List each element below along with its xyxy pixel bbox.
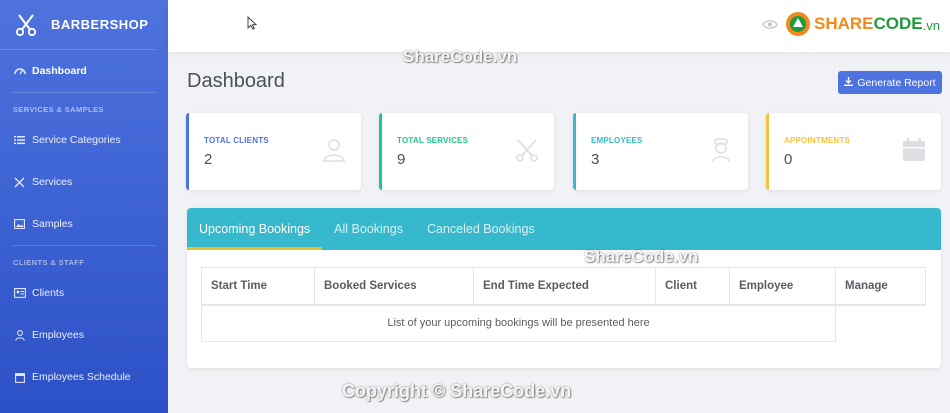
image-icon [13, 218, 26, 231]
sidebar: BARBERSHOP Dashboard SERVICES & SAMPLES … [0, 0, 168, 413]
sidebar-item-clients[interactable]: Clients [0, 272, 168, 314]
column-header-end-time-expected[interactable]: End Time Expected [473, 267, 656, 306]
watermark-middle: ShareCode.vn [584, 247, 699, 266]
card-appointments: APPOINTMENTS 0 [766, 113, 941, 190]
generate-report-label: Generate Report [857, 76, 936, 89]
scissors-icon [13, 176, 26, 189]
bookings-table: Start Time Booked Services End Time Expe… [201, 267, 926, 342]
generate-report-button[interactable]: Generate Report [838, 71, 942, 94]
id-card-icon [13, 287, 26, 300]
sidebar-item-employees[interactable]: Employees [0, 314, 168, 356]
card-value: 3 [591, 151, 600, 168]
table-row: List of your upcoming bookings will be p… [201, 304, 926, 342]
topbar: SHARE CODE .vn [168, 0, 950, 52]
sidebar-item-services[interactable]: Services [0, 161, 168, 203]
card-label: APPOINTMENTS [784, 136, 850, 145]
card-label: TOTAL CLIENTS [204, 136, 269, 145]
sidebar-item-dashboard[interactable]: Dashboard [0, 50, 168, 92]
column-header-manage[interactable]: Manage [835, 267, 926, 306]
calendar-icon [13, 371, 26, 384]
card-value: 0 [784, 151, 793, 168]
column-header-employee[interactable]: Employee [729, 267, 836, 306]
list-icon [13, 134, 26, 147]
empty-table-message: List of your upcoming bookings will be p… [201, 304, 836, 342]
sidebar-item-label: Services [32, 176, 73, 188]
tab-all-bookings[interactable]: All Bookings [322, 208, 415, 250]
sidebar-item-label: Clients [32, 287, 65, 299]
column-header-start-time[interactable]: Start Time [201, 267, 315, 306]
card-total-clients: TOTAL CLIENTS 2 [186, 113, 361, 190]
user-icon [323, 139, 345, 162]
column-header-booked-services[interactable]: Booked Services [314, 267, 474, 306]
card-employees: EMPLOYEES 3 [573, 113, 748, 190]
card-accent-bar [186, 113, 189, 190]
user-tie-icon [712, 138, 730, 163]
sharecode-logo-vn: .vn [922, 18, 940, 33]
empty-cell [836, 305, 926, 342]
card-label: TOTAL SERVICES [397, 136, 469, 145]
download-icon [844, 76, 854, 89]
sidebar-item-label: Service Categories [32, 134, 121, 146]
user-icon [13, 329, 26, 342]
mouse-cursor-icon [247, 16, 257, 30]
card-value: 2 [204, 151, 213, 168]
sharecode-logo-icon [786, 12, 811, 36]
sidebar-heading-clients: CLIENTS & STAFF [13, 258, 85, 267]
bookings-panel: Upcoming Bookings All Bookings Canceled … [187, 208, 941, 368]
card-accent-bar [379, 113, 382, 190]
column-header-client[interactable]: Client [655, 267, 730, 306]
sharecode-logo-code: CODE [873, 14, 923, 33]
sidebar-item-samples[interactable]: Samples [0, 203, 168, 245]
watermark-bottom: Copyright © ShareCode.vn [342, 381, 572, 401]
bookings-tabs: Upcoming Bookings All Bookings Canceled … [187, 208, 941, 250]
sidebar-heading-services: SERVICES & SAMPLES [13, 105, 104, 114]
table-header-row: Start Time Booked Services End Time Expe… [201, 267, 926, 306]
tab-canceled-bookings[interactable]: Canceled Bookings [415, 208, 547, 250]
sidebar-item-service-categories[interactable]: Service Categories [0, 119, 168, 161]
calendar-icon [903, 138, 925, 161]
scissors-icon [516, 139, 538, 162]
scissors-icon [15, 13, 37, 36]
watermark-top: ShareCode.vn [403, 47, 518, 66]
card-accent-bar [766, 113, 769, 190]
sidebar-item-employees-schedule[interactable]: Employees Schedule [0, 356, 168, 398]
sidebar-item-label: Employees Schedule [32, 371, 131, 383]
tachometer-icon [13, 65, 26, 78]
eye-icon[interactable] [762, 19, 778, 33]
card-value: 9 [397, 151, 406, 168]
card-total-services: TOTAL SERVICES 9 [379, 113, 554, 190]
card-accent-bar [573, 113, 576, 190]
page-title: Dashboard [187, 70, 285, 92]
brand-name: BARBERSHOP [51, 17, 149, 32]
sharecode-logo: SHARE CODE .vn [784, 10, 940, 38]
sidebar-item-label: Samples [32, 218, 73, 230]
sidebar-item-label: Employees [32, 329, 84, 341]
tab-upcoming-bookings[interactable]: Upcoming Bookings [187, 208, 323, 250]
card-label: EMPLOYEES [591, 136, 643, 145]
brand[interactable]: BARBERSHOP [0, 0, 156, 50]
sharecode-logo-share: SHARE [814, 14, 874, 33]
sidebar-item-label: Dashboard [32, 65, 87, 77]
